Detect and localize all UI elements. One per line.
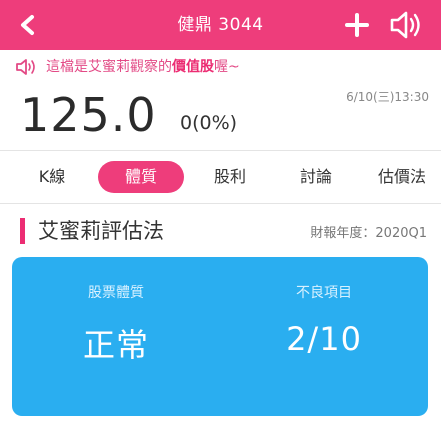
back-arrow-icon: [21, 15, 34, 35]
stock-price: 125.0: [20, 88, 157, 142]
metric-stock-quality: 股票體質 正常: [12, 257, 220, 366]
notice-text: 這檔是艾蜜莉觀察的價值股喔~: [46, 50, 240, 84]
plus-icon: [345, 13, 369, 37]
section-title: 艾蜜莉評估法: [20, 218, 164, 244]
tab-kline[interactable]: K線: [22, 161, 82, 193]
speaker-button[interactable]: [386, 7, 426, 43]
tab-bar: K線 體質 股利 討論 估價法: [0, 150, 441, 204]
metric-bad-items: 不良項目 2/10: [220, 257, 428, 358]
quote-timestamp: 6/10(三)13:30: [346, 90, 429, 104]
header-title: 健鼎 3044: [177, 15, 264, 35]
notice-speaker-icon: [16, 59, 35, 75]
speaker-icon: [390, 11, 420, 39]
add-button[interactable]: [341, 9, 373, 41]
metric-label: 不良項目: [296, 285, 352, 301]
metric-label: 股票體質: [88, 285, 144, 301]
quote-panel: 125.0 0(0%) 6/10(三)13:30: [0, 84, 441, 150]
notice-prefix: 這檔是艾蜜莉觀察的: [46, 59, 172, 75]
evaluation-card: 股票體質 正常 不良項目 2/10: [12, 257, 428, 416]
notice-suffix: 喔~: [214, 59, 240, 75]
tab-discussion[interactable]: 討論: [286, 161, 346, 193]
app-header: 健鼎 3044: [0, 0, 441, 50]
fiscal-period: 財報年度：2020Q1: [310, 226, 427, 241]
back-button[interactable]: [10, 8, 46, 42]
metric-value: 2/10: [286, 320, 362, 358]
tab-fundamentals[interactable]: 體質: [98, 161, 184, 193]
price-change: 0(0%): [180, 112, 238, 134]
metric-value: 正常: [82, 326, 149, 364]
notice-highlight: 價值股: [172, 59, 214, 75]
tab-dividend[interactable]: 股利: [200, 161, 260, 193]
tab-valuation[interactable]: 估價法: [368, 161, 436, 193]
notice-banner: 這檔是艾蜜莉觀察的價值股喔~: [0, 50, 441, 84]
